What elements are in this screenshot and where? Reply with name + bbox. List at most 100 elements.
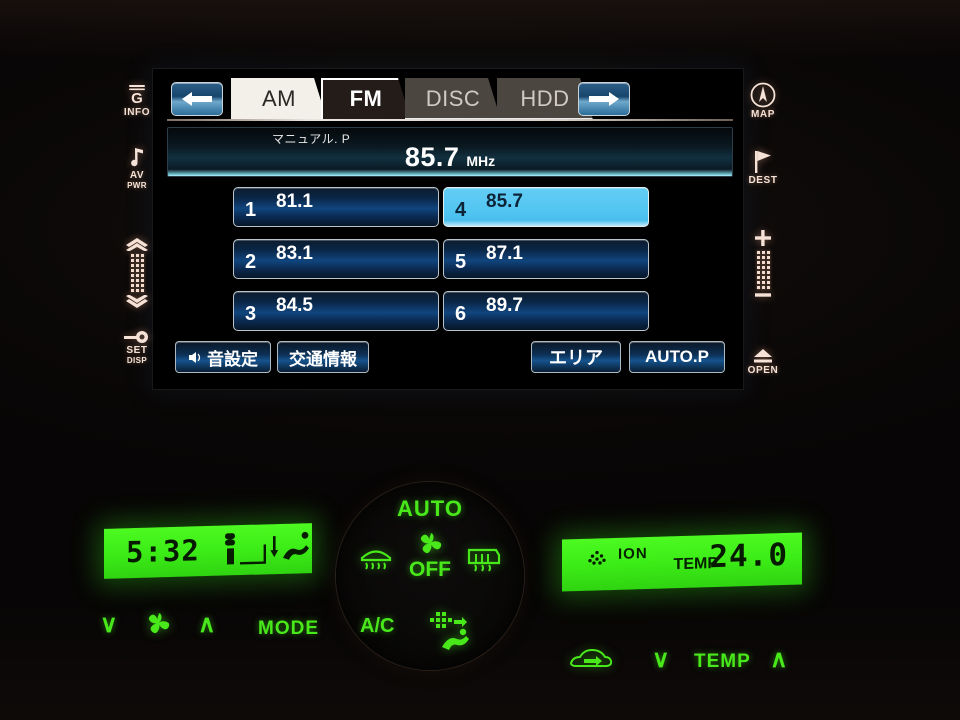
clock-value: 5:32 bbox=[126, 533, 200, 570]
auto-mode-label: AUTO bbox=[397, 496, 463, 521]
mode-button[interactable]: MODE bbox=[258, 618, 319, 640]
temp-control-label: TEMP bbox=[694, 651, 751, 672]
g-book-icon: G bbox=[124, 84, 150, 106]
preset-button-1[interactable]: 1 81.1 bbox=[233, 187, 439, 227]
climate-right-display: ION TEMP 24.0 bbox=[562, 532, 802, 592]
area-label: エリア bbox=[549, 348, 603, 368]
traffic-info-label: 交通情報 bbox=[289, 349, 357, 369]
hardkey-av-sub: PWR bbox=[127, 180, 147, 190]
wrench-icon bbox=[122, 330, 152, 344]
preset-number: 2 bbox=[245, 251, 257, 273]
preset-number: 3 bbox=[245, 303, 257, 325]
source-tab-bar: AM FM DISC HDD bbox=[153, 77, 743, 121]
volume-track-dots bbox=[756, 251, 770, 289]
svg-text:G: G bbox=[131, 90, 143, 106]
rear-defogger-icon[interactable] bbox=[466, 544, 502, 574]
fan-down-button[interactable]: ∨ bbox=[100, 610, 118, 639]
frequency-display-panel: マニュアル. P 85.7 MHz bbox=[167, 127, 733, 177]
next-source-arrow-button[interactable] bbox=[578, 82, 630, 116]
frequency-value: 85.7 bbox=[404, 142, 460, 172]
eject-icon bbox=[752, 348, 774, 364]
preset-button-6[interactable]: 6 89.7 bbox=[443, 291, 649, 331]
speaker-icon bbox=[188, 351, 203, 364]
preset-frequency: 87.1 bbox=[486, 243, 523, 264]
preset-frequency: 89.7 bbox=[486, 295, 523, 316]
traffic-info-button[interactable]: 交通情報 bbox=[277, 341, 369, 373]
climate-control-dial[interactable]: AUTO OFF A/C bbox=[336, 482, 524, 670]
minus-icon bbox=[753, 292, 773, 298]
preset-frequency: 85.7 bbox=[486, 191, 523, 212]
fan-speed-icon bbox=[144, 612, 172, 636]
bezel-highlight bbox=[0, 0, 960, 60]
preset-frequency: 84.5 bbox=[276, 295, 313, 316]
ion-cluster-icon bbox=[588, 550, 606, 565]
plus-icon bbox=[753, 228, 773, 248]
auto-preset-button[interactable]: AUTO.P bbox=[629, 341, 725, 373]
right-display-content: ION TEMP 24.0 bbox=[562, 532, 802, 591]
airflow-to-feet-icon bbox=[270, 531, 309, 560]
scroll-track-dots bbox=[130, 254, 144, 292]
tab-divider bbox=[167, 119, 733, 121]
hardkey-scroll[interactable] bbox=[108, 237, 166, 309]
tab-am[interactable]: AM bbox=[231, 78, 327, 120]
fan-icon bbox=[416, 532, 444, 556]
air-purifier-icon[interactable] bbox=[428, 610, 472, 650]
climate-left-display: 5:32 bbox=[104, 523, 312, 579]
tab-fm[interactable]: FM bbox=[321, 78, 411, 120]
area-button[interactable]: エリア bbox=[531, 341, 621, 373]
preset-button-4[interactable]: 4 85.7 bbox=[443, 187, 649, 227]
music-note-icon bbox=[127, 147, 147, 169]
recirculation-icon[interactable] bbox=[568, 645, 612, 671]
preset-frequency: 83.1 bbox=[276, 243, 313, 264]
temp-down-button[interactable]: ∨ bbox=[652, 645, 670, 674]
preset-frequency: 81.1 bbox=[276, 191, 313, 212]
preset-number: 1 bbox=[245, 199, 257, 221]
ion-label: ION bbox=[618, 545, 648, 563]
current-frequency: 85.7 MHz bbox=[168, 142, 732, 173]
ac-label[interactable]: A/C bbox=[360, 615, 394, 638]
compass-icon bbox=[750, 82, 776, 108]
hardkey-av-label: AV PWR bbox=[127, 170, 147, 190]
temp-up-button[interactable]: ∧ bbox=[770, 645, 788, 674]
tab-hdd-label: HDD bbox=[520, 86, 570, 111]
preset-number: 5 bbox=[455, 251, 467, 273]
preset-number: 4 bbox=[455, 199, 467, 221]
hardkey-open[interactable]: OPEN bbox=[734, 348, 792, 377]
hardkey-dest-label: DEST bbox=[748, 175, 778, 186]
preset-button-3[interactable]: 3 84.5 bbox=[233, 291, 439, 331]
tab-disc[interactable]: DISC bbox=[405, 78, 501, 120]
hardkey-set-label: SET DISP bbox=[126, 345, 148, 365]
preset-button-2[interactable]: 2 83.1 bbox=[233, 239, 439, 279]
hardkey-info-label: INFO bbox=[123, 107, 151, 118]
hardkey-set-disp[interactable]: SET DISP bbox=[108, 330, 166, 365]
arrow-left-icon bbox=[182, 92, 212, 106]
auto-preset-label: AUTO.P bbox=[645, 347, 709, 366]
hardkey-map-label: MAP bbox=[750, 109, 776, 120]
tab-disc-label: DISC bbox=[425, 86, 481, 111]
left-display-content: 5:32 bbox=[104, 523, 312, 579]
fan-up-button[interactable]: ∧ bbox=[198, 610, 216, 639]
fan-level-indicator-icon bbox=[225, 533, 266, 565]
preset-number: 6 bbox=[455, 303, 467, 325]
arrow-right-icon bbox=[589, 92, 619, 106]
hardkey-dest[interactable]: DEST bbox=[734, 150, 792, 187]
hardkey-map[interactable]: MAP bbox=[734, 82, 792, 121]
chevron-down-double-icon bbox=[125, 295, 149, 309]
hardkey-open-label: OPEN bbox=[747, 365, 779, 376]
frequency-unit: MHz bbox=[466, 153, 496, 169]
dashboard-panel: AM FM DISC HDD マニュアル. P 85.7 MHz 1 81.1 … bbox=[0, 0, 960, 720]
chevron-up-double-icon bbox=[125, 237, 149, 251]
hardkey-info[interactable]: G INFO bbox=[108, 84, 166, 119]
tab-fm-label: FM bbox=[349, 86, 383, 111]
sound-settings-button[interactable]: 音設定 bbox=[175, 341, 271, 373]
tab-am-label: AM bbox=[262, 86, 296, 111]
head-unit-screen: AM FM DISC HDD マニュアル. P 85.7 MHz 1 81.1 … bbox=[152, 68, 744, 390]
hardkey-volume[interactable] bbox=[734, 228, 792, 298]
flag-icon bbox=[752, 150, 774, 174]
hardkey-av-power[interactable]: AV PWR bbox=[108, 147, 166, 190]
prev-source-arrow-button[interactable] bbox=[171, 82, 223, 116]
preset-button-5[interactable]: 5 87.1 bbox=[443, 239, 649, 279]
sound-settings-label: 音設定 bbox=[207, 349, 258, 369]
temperature-value: 24.0 bbox=[709, 536, 788, 576]
hardkey-set-sub: DISP bbox=[126, 355, 148, 365]
